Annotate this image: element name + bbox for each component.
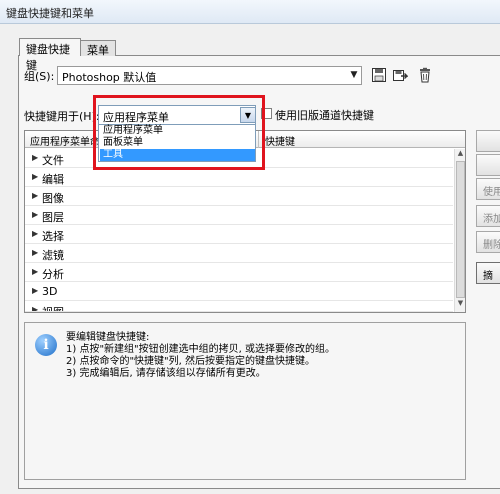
annotation-highlight-box bbox=[93, 95, 265, 170]
save-as-icon[interactable] bbox=[392, 67, 408, 83]
info-step-3: 3) 完成编辑后, 请存储该组以存储所有更改。 bbox=[66, 368, 266, 379]
column-header-shortcut[interactable]: 快捷键 bbox=[265, 133, 295, 148]
add-shortcut-button[interactable]: 添加 bbox=[476, 205, 500, 227]
tree-row-filter[interactable]: ▶ 滤镜 bbox=[25, 244, 453, 263]
expand-triangle-icon[interactable]: ▶ bbox=[32, 191, 38, 200]
tab-menus[interactable]: 菜单 bbox=[80, 40, 116, 57]
tree-row-3d[interactable]: ▶ 3D bbox=[25, 282, 453, 301]
table-scrollbar[interactable]: ▲ ▼ bbox=[454, 149, 465, 312]
expand-triangle-icon[interactable]: ▶ bbox=[32, 153, 38, 162]
add-shortcut-label: 添加 bbox=[483, 214, 500, 225]
delete-icon[interactable] bbox=[417, 67, 433, 83]
tree-row-label: 图像 bbox=[42, 192, 64, 205]
use-default-label: 使用 bbox=[483, 187, 500, 198]
group-select-value: Photoshop 默认值 bbox=[62, 71, 157, 84]
delete-shortcut-label: 删除 bbox=[483, 240, 500, 251]
save-icon[interactable] bbox=[371, 67, 387, 83]
group-select[interactable]: Photoshop 默认值 bbox=[57, 66, 362, 85]
tree-row-label: 文件 bbox=[42, 154, 64, 167]
window-title: 键盘快捷键和菜单 bbox=[6, 7, 94, 20]
shortcuts-for-label: 快捷键用于(H): bbox=[24, 110, 100, 123]
tab-menus-label: 菜单 bbox=[87, 44, 109, 57]
chevron-down-icon[interactable]: ▼ bbox=[346, 66, 362, 85]
expand-triangle-icon[interactable]: ▶ bbox=[32, 210, 38, 219]
expand-triangle-icon[interactable]: ▶ bbox=[32, 267, 38, 276]
info-step-1: 1) 点按"新建组"按钮创建选中组的拷贝, 或选择要修改的组。 bbox=[66, 344, 335, 355]
tab-keyboard-shortcuts[interactable]: 键盘快捷键 bbox=[19, 38, 81, 72]
info-panel: i 要编辑键盘快捷键: 1) 点按"新建组"按钮创建选中组的拷贝, 或选择要修改… bbox=[24, 322, 466, 480]
tree-row-label: 视图 bbox=[42, 304, 64, 311]
title-bar: 键盘快捷键和菜单 bbox=[0, 0, 500, 24]
expand-triangle-icon[interactable]: ▶ bbox=[32, 248, 38, 257]
info-step-2: 2) 点按命令的"快捷键"列, 然后按要指定的键盘快捷键。 bbox=[66, 356, 315, 367]
tree-row-view[interactable]: ▶ 视图 bbox=[25, 301, 453, 312]
scroll-up-icon[interactable]: ▲ bbox=[455, 149, 466, 160]
expand-triangle-icon[interactable]: ▶ bbox=[32, 286, 38, 295]
expand-triangle-icon[interactable]: ▶ bbox=[32, 229, 38, 238]
summarize-label: 摘 bbox=[483, 271, 493, 282]
side-button-blank-1[interactable] bbox=[476, 130, 500, 152]
tree-row-layer[interactable]: ▶ 图层 bbox=[25, 206, 453, 225]
tree-row-analysis[interactable]: ▶ 分析 bbox=[25, 263, 453, 282]
tree-row-label: 图层 bbox=[42, 211, 64, 224]
info-icon: i bbox=[35, 334, 57, 356]
summarize-button[interactable]: 摘 bbox=[476, 262, 500, 284]
tree-row-label: 编辑 bbox=[42, 173, 64, 186]
tree-row-label: 选择 bbox=[42, 230, 64, 243]
scroll-down-icon[interactable]: ▼ bbox=[455, 299, 466, 310]
tree-row-label: 3D bbox=[42, 285, 58, 298]
tree-row-label: 滤镜 bbox=[42, 249, 64, 262]
use-default-button[interactable]: 使用 bbox=[476, 178, 500, 200]
expand-triangle-icon[interactable]: ▶ bbox=[32, 172, 38, 181]
tree-row-edit[interactable]: ▶ 编辑 bbox=[25, 168, 453, 187]
legacy-channel-label: 使用旧版通道快捷键 bbox=[275, 109, 374, 122]
scroll-thumb[interactable] bbox=[456, 161, 465, 298]
tree-row-select[interactable]: ▶ 选择 bbox=[25, 225, 453, 244]
expand-triangle-icon[interactable]: ▶ bbox=[32, 305, 38, 311]
tree-row-label: 分析 bbox=[42, 268, 64, 281]
tree-row-image[interactable]: ▶ 图像 bbox=[25, 187, 453, 206]
info-heading: 要编辑键盘快捷键: bbox=[66, 332, 150, 343]
side-button-blank-2[interactable] bbox=[476, 154, 500, 176]
delete-shortcut-button[interactable]: 删除 bbox=[476, 231, 500, 253]
